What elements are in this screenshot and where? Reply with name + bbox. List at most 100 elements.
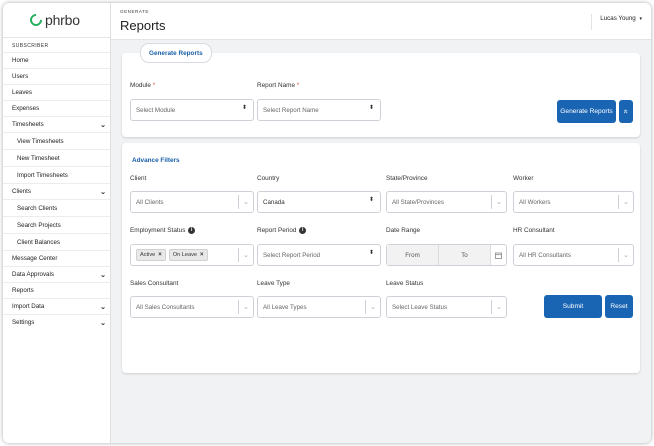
client-label: Client (130, 175, 147, 182)
sidebar-item-label: Reports (12, 287, 34, 294)
sidebar-item-home[interactable]: Home (3, 52, 110, 68)
user-menu[interactable]: Lucas Young ▾ (591, 14, 642, 30)
country-select[interactable]: Canada ⬍ (257, 191, 381, 213)
chevron-down-icon: ⌄ (491, 300, 506, 314)
page-section-label: GENERATE (120, 9, 149, 14)
chip-active: Active × (136, 249, 166, 261)
employment-status-label: Employment Status i (130, 227, 196, 234)
leave-status-label: Leave Status (386, 280, 424, 287)
sidebar-item-view-timesheets[interactable]: View Timesheets (3, 132, 110, 149)
module-label: Module * (130, 82, 156, 89)
sales-consultant-select-value: All Sales Consultants (136, 303, 195, 311)
remove-chip-icon[interactable]: × (200, 252, 204, 258)
hr-consultant-select-value: All HR Consultants (519, 251, 571, 259)
leave-type-label: Leave Type (257, 280, 290, 287)
hr-consultant-label: HR Consultant (513, 227, 555, 234)
leave-type-select-value: All Leave Types (263, 303, 307, 311)
chevron-down-icon: ⌄ (491, 195, 506, 209)
date-range-picker: From To (386, 244, 507, 266)
sidebar-item-import-timesheets[interactable]: Import Timesheets (3, 166, 110, 183)
chevron-down-icon: ⌄ (618, 248, 633, 262)
select-arrows-icon: ⬍ (368, 197, 374, 203)
report-name-select-value: Select Report Name (263, 106, 319, 114)
date-to-input[interactable]: To (438, 245, 490, 265)
sidebar-item-timesheets[interactable]: Timesheets ⌄ (3, 116, 110, 132)
sidebar-item-new-timesheet[interactable]: New Timesheet (3, 149, 110, 166)
sidebar-item-search-projects[interactable]: Search Projects (3, 216, 110, 233)
state-select-value: All State/Provinces (392, 198, 444, 206)
collapse-button[interactable]: « (619, 100, 633, 123)
sales-consultant-label: Sales Consultant (130, 280, 179, 287)
sidebar-item-label: Client Balances (17, 238, 60, 246)
double-chevron-up-icon: « (621, 109, 631, 114)
module-select[interactable]: Select Module ⬍ (130, 99, 254, 121)
chevron-down-icon[interactable]: ⌄ (100, 303, 106, 311)
sidebar-item-message-center[interactable]: Message Center (3, 250, 110, 266)
chevron-down-icon[interactable]: ⌄ (100, 188, 106, 196)
chevron-down-icon[interactable]: ⌄ (100, 271, 106, 279)
sidebar-item-expenses[interactable]: Expenses (3, 100, 110, 116)
worker-select[interactable]: All Workers ⌄ (513, 191, 634, 213)
sidebar-item-search-clients[interactable]: Search Clients (3, 199, 110, 216)
sidebar-item-label: Import Timesheets (17, 171, 68, 179)
info-icon[interactable]: i (188, 227, 196, 234)
sidebar-item-label: View Timesheets (17, 137, 64, 145)
worker-label: Worker (513, 175, 534, 182)
sidebar-item-reports[interactable]: Reports (3, 282, 110, 298)
sidebar-item-data-approvals[interactable]: Data Approvals ⌄ (3, 266, 110, 282)
generate-reports-button[interactable]: Generate Reports (557, 100, 616, 123)
sidebar-item-label: Search Clients (17, 204, 58, 212)
logo[interactable]: phrbo (3, 3, 110, 37)
chevron-down-icon: ⌄ (238, 195, 253, 209)
sidebar-item-leaves[interactable]: Leaves (3, 84, 110, 100)
submit-button[interactable]: Submit (544, 295, 602, 318)
report-period-select[interactable]: Select Report Period ⬍ (257, 244, 381, 266)
sidebar-item-label: Users (12, 73, 29, 80)
sidebar-item-client-balances[interactable]: Client Balances (3, 233, 110, 250)
state-label: State/Province (386, 175, 428, 182)
sidebar-item-label: Import Data (12, 303, 45, 310)
report-period-label: Report Period i (257, 227, 307, 234)
sidebar-item-label: Clients (12, 188, 31, 195)
reset-button[interactable]: Reset (605, 295, 633, 318)
select-arrows-icon: ⬍ (368, 250, 374, 256)
required-marker: * (296, 82, 300, 89)
date-from-input[interactable]: From (387, 245, 438, 265)
tab-generate-reports[interactable]: Generate Reports (140, 43, 212, 63)
chevron-down-icon[interactable]: ⌄ (100, 319, 106, 327)
sidebar-item-import-data[interactable]: Import Data ⌄ (3, 298, 110, 314)
client-select[interactable]: All Clients ⌄ (130, 191, 254, 213)
logo-text: phrbo (45, 12, 80, 28)
logo-icon (27, 11, 45, 29)
chevron-down-icon[interactable]: ⌄ (100, 121, 106, 129)
sidebar-nav: Home Users Leaves Expenses Timesheets ⌄ View T… (3, 52, 110, 330)
user-name: Lucas Young (600, 15, 636, 22)
state-select[interactable]: All State/Provinces ⌄ (386, 191, 507, 213)
employment-status-select[interactable]: Active × On Leave × ⌄ (130, 244, 254, 266)
remove-chip-icon[interactable]: × (158, 252, 162, 258)
sidebar-item-settings[interactable]: Settings ⌄ (3, 314, 110, 330)
chevron-down-icon: ▾ (639, 16, 642, 22)
sales-consultant-select[interactable]: All Sales Consultants ⌄ (130, 296, 254, 318)
sidebar-item-clients[interactable]: Clients ⌄ (3, 183, 110, 199)
country-label: Country (257, 175, 280, 182)
hr-consultant-select[interactable]: All HR Consultants ⌄ (513, 244, 634, 266)
calendar-icon[interactable] (490, 245, 506, 265)
chevron-down-icon: ⌄ (365, 300, 380, 314)
page-header: GENERATE Reports Lucas Young ▾ (111, 3, 651, 40)
report-name-label: Report Name * (257, 82, 300, 89)
chevron-down-icon: ⌄ (238, 248, 253, 262)
leave-type-select[interactable]: All Leave Types ⌄ (257, 296, 381, 318)
advance-filters-title: Advance Filters (132, 157, 180, 164)
leave-status-select-value: Select Leave Status (392, 303, 448, 311)
leave-status-select[interactable]: Select Leave Status ⌄ (386, 296, 507, 318)
info-icon[interactable]: i (299, 227, 307, 234)
report-period-select-value: Select Report Period (263, 251, 321, 259)
sidebar-section-label: SUBSCRIBER (3, 37, 110, 52)
report-name-select[interactable]: Select Report Name ⬍ (257, 99, 381, 121)
sidebar-item-users[interactable]: Users (3, 68, 110, 84)
country-select-value: Canada (263, 198, 285, 206)
chip-on-leave: On Leave × (168, 249, 208, 261)
required-marker: * (152, 82, 156, 89)
client-select-value: All Clients (136, 198, 164, 206)
